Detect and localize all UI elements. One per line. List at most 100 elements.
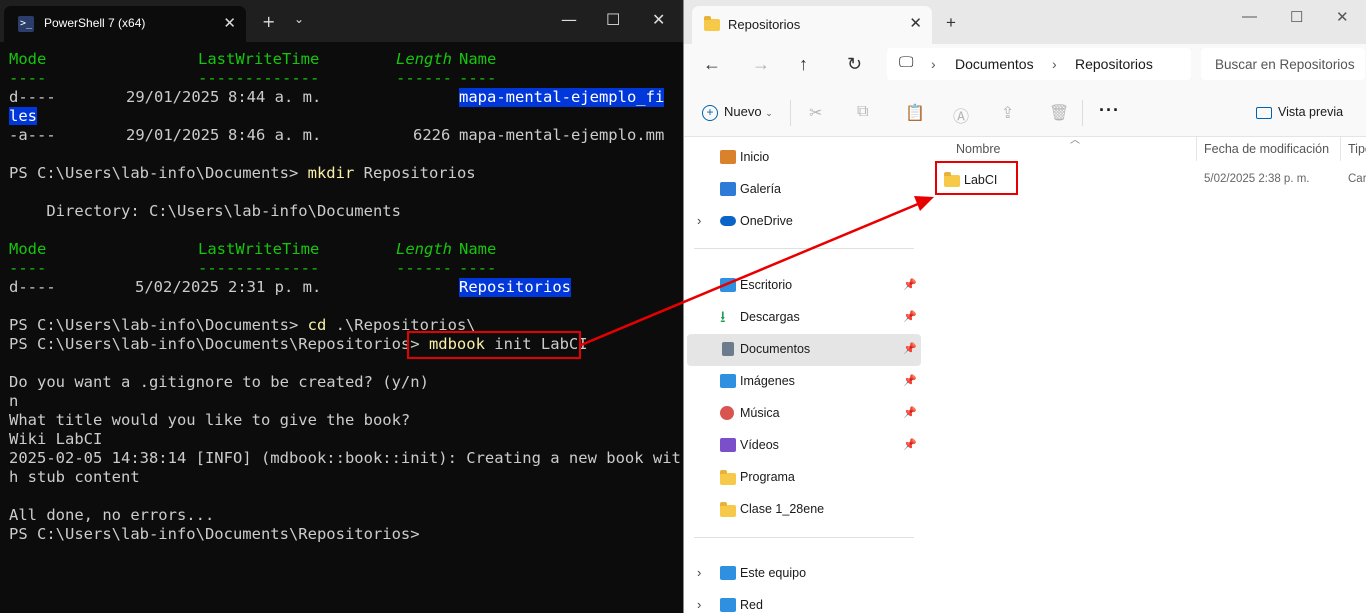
column-header-type[interactable]: Tipo: [1348, 142, 1366, 156]
listing-row: d---- 5/02/2025 2:31 p. m. Repositorios: [9, 278, 571, 297]
chevron-right-icon[interactable]: ›: [697, 565, 701, 580]
sidebar-item-clase[interactable]: Clase 1_28ene: [687, 494, 921, 526]
search-box[interactable]: Buscar en Repositorios: [1201, 48, 1365, 80]
file-type: Car: [1348, 173, 1366, 185]
sidebar-item-label: Imágenes: [740, 374, 795, 388]
terminal-tab[interactable]: >_ PowerShell 7 (x64) ✕: [4, 6, 246, 42]
rename-icon[interactable]: Ⓐ: [953, 103, 969, 127]
cloud-icon: [720, 216, 736, 226]
home-icon: [720, 150, 736, 164]
sidebar-item-galeria[interactable]: Galería: [687, 174, 921, 206]
gallery-icon: [720, 182, 736, 196]
pin-icon: 📌: [903, 279, 917, 291]
file-list[interactable]: ︿ Nombre Fecha de modificación Tipo LabC…: [924, 135, 1366, 613]
new-tab-icon[interactable]: +: [262, 12, 275, 31]
copy-icon[interactable]: ⧉: [857, 103, 868, 121]
sidebar-item-este-equipo[interactable]: › Este equipo: [687, 558, 921, 590]
command-bar: + Nuevo ⌄ ✂ ⧉ 📋 Ⓐ ⇪ 🗑 ··· Vista previa: [684, 90, 1366, 137]
videos-icon: [720, 438, 736, 452]
sidebar-item-musica[interactable]: Música 📌: [687, 398, 921, 430]
sidebar-item-red[interactable]: › Red: [687, 590, 921, 613]
sidebar-item-label: Este equipo: [740, 566, 807, 580]
column-separator[interactable]: [1340, 137, 1341, 161]
output-line: Wiki LabCI: [9, 430, 103, 448]
output-line: All done, no errors...: [9, 506, 215, 524]
breadcrumb-repositorios[interactable]: Repositorios: [1075, 56, 1153, 72]
sidebar-divider: [694, 248, 914, 249]
listing-header: Mode LastWriteTime Length Name: [9, 50, 497, 68]
chevron-down-icon[interactable]: ⌄: [294, 12, 304, 26]
pin-icon: 📌: [903, 407, 917, 419]
prompt-line: PS C:\Users\lab-info\Documents\Repositor…: [9, 525, 420, 543]
cut-icon[interactable]: ✂: [809, 103, 822, 123]
minimize-icon[interactable]: —: [561, 10, 577, 29]
chevron-right-icon: ›: [931, 56, 936, 72]
chevron-right-icon[interactable]: ›: [697, 597, 701, 612]
address-bar[interactable]: 🖵 › Documentos › Repositorios: [887, 48, 1191, 80]
sidebar-item-label: Galería: [740, 182, 781, 196]
listing-row-wrap: les: [9, 107, 37, 125]
sidebar-item-label: Música: [740, 406, 780, 420]
listing-underline: ---- ------------- ------ ----: [9, 259, 497, 277]
navigation-pane: Inicio Galería › OneDrive Escritorio 📌 ⭳…: [684, 137, 924, 613]
toolbar-divider: [1082, 100, 1083, 126]
plus-icon: +: [702, 104, 718, 121]
computer-icon: [720, 566, 736, 580]
maximize-icon[interactable]: ☐: [1290, 8, 1303, 26]
preview-pane-label: Vista previa: [1278, 105, 1344, 119]
sidebar-item-videos[interactable]: Vídeos 📌: [687, 430, 921, 462]
prompt-line: PS C:\Users\lab-info\Documents> mkdir Re…: [9, 164, 476, 182]
close-window-icon[interactable]: ✕: [1336, 8, 1349, 26]
chevron-right-icon[interactable]: ›: [697, 213, 701, 228]
file-modified: 5/02/2025 2:38 p. m.: [1204, 173, 1310, 185]
refresh-icon[interactable]: ↻: [847, 54, 862, 75]
close-tab-icon[interactable]: ✕: [223, 14, 236, 32]
output-line: What title would you like to give the bo…: [9, 411, 411, 429]
sidebar-item-inicio[interactable]: Inicio: [687, 142, 921, 174]
desktop-icon: [720, 278, 736, 292]
prompt-line: PS C:\Users\lab-info\Documents> cd .\Rep…: [9, 316, 476, 334]
highlight-box-command: [407, 331, 581, 359]
powershell-window: >_ PowerShell 7 (x64) ✕ + ⌄ — ☐ ✕ Mode La…: [0, 0, 683, 613]
sidebar-item-label: Programa: [740, 470, 795, 484]
sidebar-item-descargas[interactable]: ⭳ Descargas 📌: [687, 302, 921, 334]
documents-icon: [722, 342, 734, 356]
sidebar-item-label: Red: [740, 598, 763, 612]
back-icon[interactable]: ←: [703, 54, 721, 75]
pictures-icon: [720, 374, 736, 388]
forward-icon[interactable]: →: [752, 54, 770, 75]
close-tab-icon[interactable]: ✕: [909, 14, 922, 32]
preview-pane-button[interactable]: Vista previa: [1256, 105, 1343, 119]
network-icon: [720, 598, 736, 612]
more-options-icon[interactable]: ···: [1099, 100, 1120, 121]
column-header-name[interactable]: Nombre: [956, 142, 1000, 156]
music-icon: [720, 406, 734, 420]
column-header-modified[interactable]: Fecha de modificación: [1204, 142, 1329, 156]
delete-icon[interactable]: 🗑: [1049, 103, 1069, 123]
folder-icon: [720, 502, 736, 517]
maximize-icon[interactable]: ☐: [606, 10, 620, 29]
sidebar-item-label: Documentos: [740, 342, 811, 356]
new-button[interactable]: + Nuevo ⌄: [702, 104, 773, 121]
sidebar-item-escritorio[interactable]: Escritorio 📌: [687, 270, 921, 302]
up-icon[interactable]: ↑: [799, 54, 808, 75]
sidebar-item-documentos[interactable]: Documentos 📌: [687, 334, 921, 366]
close-window-icon[interactable]: ✕: [652, 10, 665, 29]
minimize-icon[interactable]: —: [1242, 8, 1257, 25]
explorer-tab[interactable]: Repositorios ✕: [692, 6, 932, 44]
sidebar-item-label: Inicio: [740, 150, 770, 164]
share-icon[interactable]: ⇪: [1001, 103, 1014, 123]
sidebar-item-onedrive[interactable]: › OneDrive: [687, 206, 921, 238]
new-tab-icon[interactable]: +: [946, 13, 956, 33]
output-line: n: [9, 392, 19, 410]
pin-icon: 📌: [903, 375, 917, 387]
sidebar-item-imagenes[interactable]: Imágenes 📌: [687, 366, 921, 398]
preview-pane-icon: [1256, 106, 1272, 119]
paste-icon[interactable]: 📋: [905, 103, 925, 123]
breadcrumb-documentos[interactable]: Documentos: [955, 56, 1034, 72]
pin-icon: 📌: [903, 439, 917, 451]
column-separator[interactable]: [1196, 137, 1197, 161]
output-line: Do you want a .gitignore to be created? …: [9, 373, 429, 391]
listing-header: Mode LastWriteTime Length Name: [9, 240, 497, 258]
sidebar-item-programa[interactable]: Programa: [687, 462, 921, 494]
